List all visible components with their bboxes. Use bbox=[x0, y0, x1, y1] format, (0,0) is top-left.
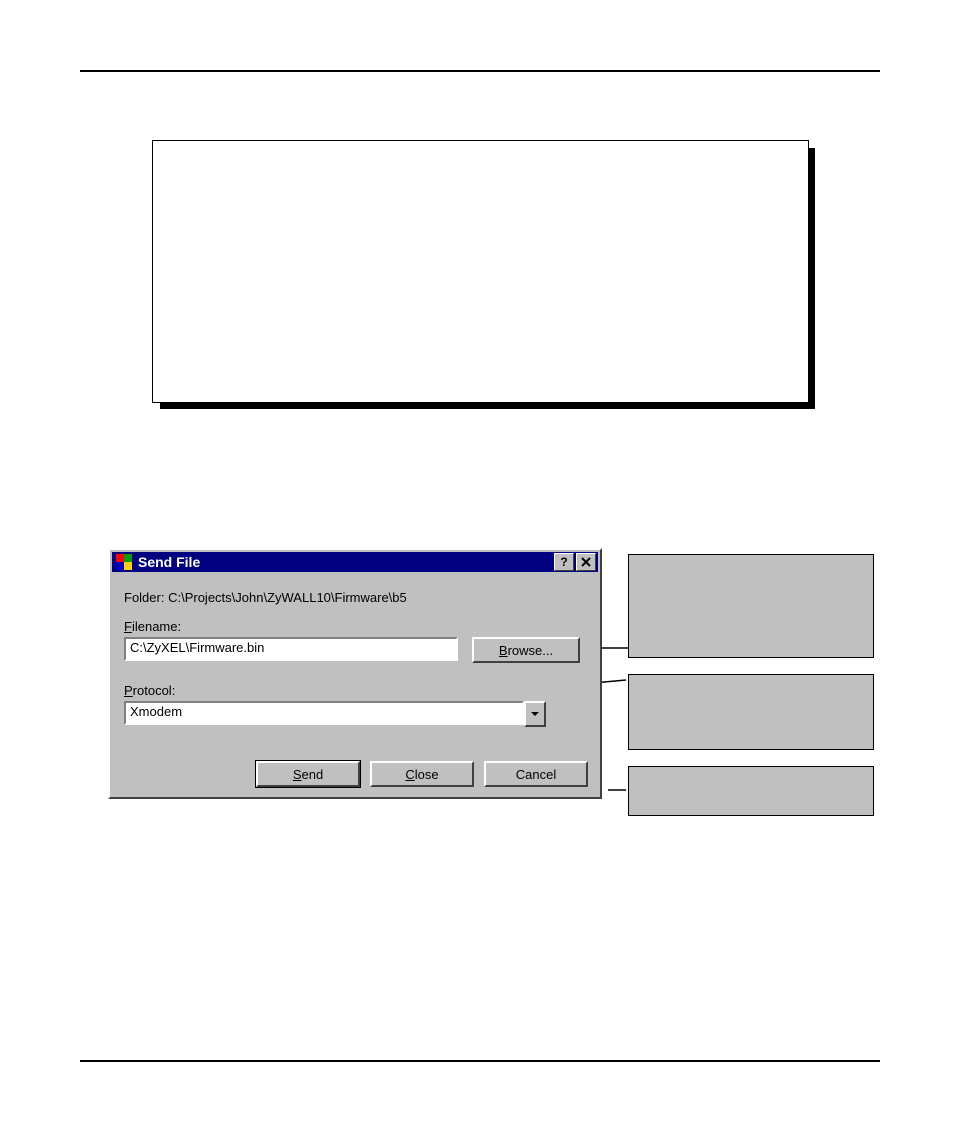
close-button[interactable]: Close bbox=[370, 761, 474, 787]
annotation-box-1 bbox=[628, 554, 874, 658]
close-window-button[interactable] bbox=[576, 553, 596, 571]
annotation-box-2 bbox=[628, 674, 874, 750]
folder-label: Folder: bbox=[124, 590, 164, 605]
browse-button[interactable]: Browse... bbox=[472, 637, 580, 663]
protocol-label: Protocol: bbox=[124, 683, 586, 698]
filename-input[interactable]: C:\ZyXEL\Firmware.bin bbox=[124, 637, 458, 661]
send-button[interactable]: Send bbox=[256, 761, 360, 787]
protocol-value: Xmodem bbox=[130, 704, 182, 719]
bottom-rule bbox=[80, 1060, 880, 1062]
filename-value: C:\ZyXEL\Firmware.bin bbox=[130, 640, 264, 655]
folder-line: Folder: C:\Projects\John\ZyWALL10\Firmwa… bbox=[124, 590, 586, 605]
title-bar[interactable]: Send File ? bbox=[112, 552, 598, 572]
filename-label: Filename: bbox=[124, 619, 586, 634]
send-file-dialog: Send File ? Folder: C:\Projects\John\ZyW… bbox=[108, 548, 602, 799]
annotation-box-3 bbox=[628, 766, 874, 816]
cancel-label: Cancel bbox=[516, 767, 556, 782]
title-text: Send File bbox=[138, 554, 554, 570]
chevron-down-icon[interactable] bbox=[524, 701, 546, 727]
help-icon: ? bbox=[560, 555, 567, 569]
close-icon bbox=[581, 557, 591, 567]
white-box bbox=[152, 140, 809, 403]
protocol-select[interactable]: Xmodem bbox=[124, 701, 546, 727]
folder-value: C:\Projects\John\ZyWALL10\Firmware\b5 bbox=[168, 590, 407, 605]
app-icon bbox=[116, 554, 132, 570]
top-rule bbox=[80, 70, 880, 72]
cancel-button[interactable]: Cancel bbox=[484, 761, 588, 787]
help-button[interactable]: ? bbox=[554, 553, 574, 571]
